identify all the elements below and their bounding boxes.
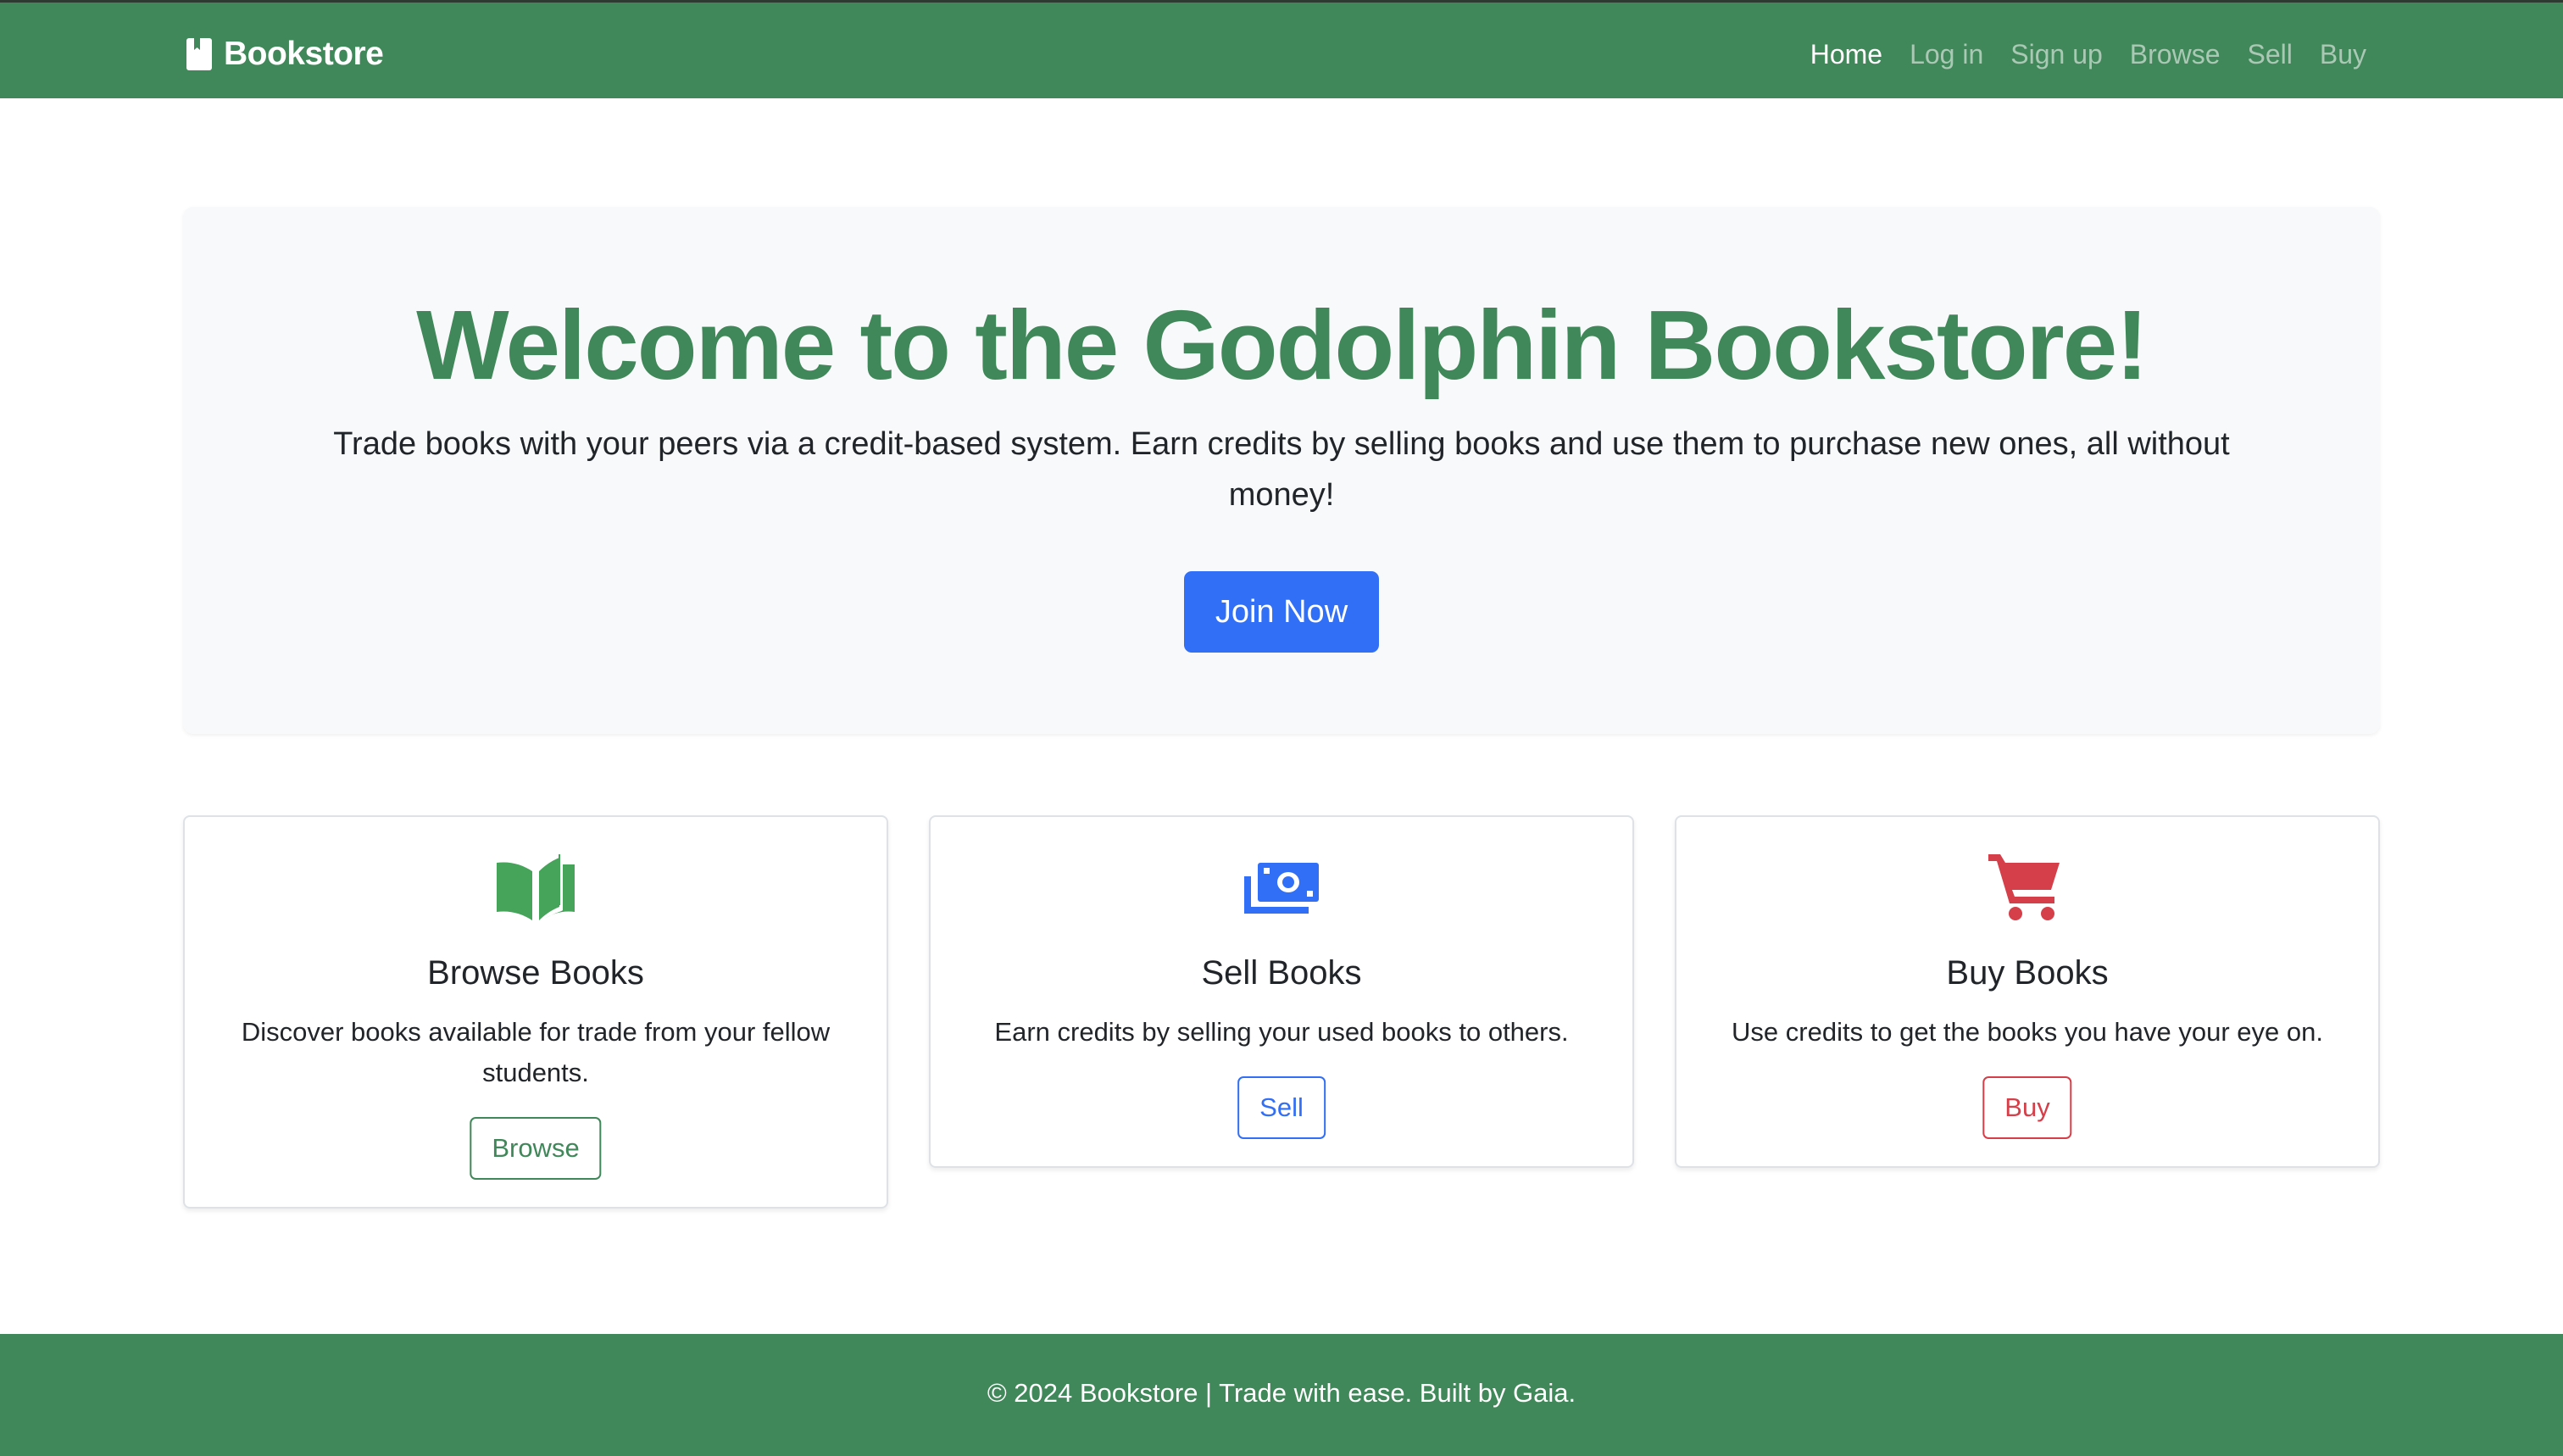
card-text: Earn credits by selling your used books … [994,1017,1569,1047]
card-title: Buy Books [1946,954,2109,992]
sell-button[interactable]: Sell [1237,1076,1326,1139]
card-title: Browse Books [427,954,644,992]
brand-link[interactable]: Bookstore [186,34,384,75]
footer-text: © 2024 Bookstore | Trade with ease. Buil… [987,1378,1576,1408]
shopping-cart-icon [1988,854,2060,920]
card-title: Sell Books [1201,954,1362,992]
footer: © 2024 Bookstore | Trade with ease. Buil… [0,1334,2563,1456]
navbar: Bookstore Home Log in Sign up Browse Sel… [0,0,2563,98]
buy-button[interactable]: Buy [1982,1076,2072,1139]
buy-card: Buy Books Use credits to get the books y… [1675,815,2380,1168]
nav-link-buy[interactable]: Buy [2320,39,2366,70]
browse-card: Browse Books Discover books available fo… [183,815,888,1209]
card-text: Use credits to get the books you have yo… [1732,1017,2323,1047]
nav-link-login[interactable]: Log in [1910,39,1983,70]
brand-name: Bookstore [224,36,384,72]
nav-link-sell[interactable]: Sell [2248,39,2293,70]
hero-lead: Trade books with your peers via a credit… [333,426,2230,513]
money-bill-icon [1244,863,1319,914]
sell-card: Sell Books Earn credits by selling your … [929,815,1634,1168]
book-icon [186,38,212,70]
nav-link-browse[interactable]: Browse [2130,39,2221,70]
nav-link-signup[interactable]: Sign up [2010,39,2103,70]
nav-link-home[interactable]: Home [1810,39,1882,70]
hero-title: Welcome to the Godolphin Bookstore! [416,290,2149,400]
open-book-icon [497,854,575,920]
card-text: Discover books available for trade from … [241,1017,831,1087]
join-now-button[interactable]: Join Now [1184,571,1379,653]
browse-button[interactable]: Browse [470,1117,602,1180]
nav-links: Home Log in Sign up Browse Sell Buy [1810,35,2366,74]
hero-jumbotron: Welcome to the Godolphin Bookstore! Trad… [183,207,2380,734]
